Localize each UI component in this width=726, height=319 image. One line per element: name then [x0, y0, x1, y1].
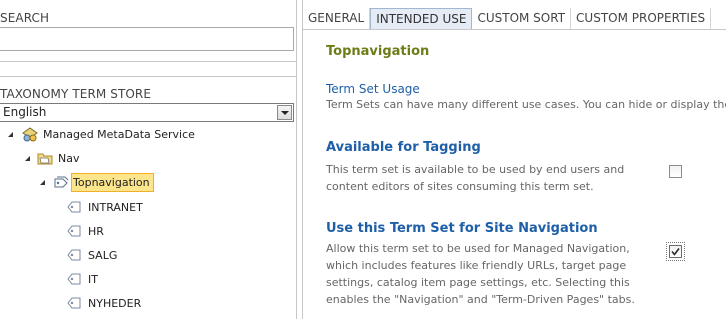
tree-node-term[interactable]: HR — [88, 225, 104, 238]
tagging-description-line: content editors of sites consuming this … — [326, 180, 594, 193]
term-store-icon — [22, 127, 38, 142]
tag-icon — [67, 201, 81, 213]
folder-group-icon — [37, 153, 53, 165]
tab-divider — [303, 29, 726, 30]
nav-heading: Use this Term Set for Site Navigation — [326, 221, 598, 236]
language-select-value: English — [3, 105, 47, 119]
collapse-arrow-icon[interactable] — [8, 132, 13, 137]
nav-description-line: enables the "Navigation" and "Term-Drive… — [326, 293, 635, 306]
tree-node-term[interactable]: IT — [88, 273, 98, 286]
right-panel: GENERAL INTENDED USE CUSTOM SORT CUSTOM … — [302, 0, 726, 319]
tree-node-topnavigation[interactable]: Topnavigation — [73, 176, 150, 189]
collapse-arrow-icon[interactable] — [25, 156, 30, 161]
tree-node-term[interactable]: NYHEDER — [88, 297, 141, 310]
tab-custom-properties[interactable]: CUSTOM PROPERTIES — [571, 8, 712, 29]
divider — [0, 61, 297, 62]
tag-icon — [67, 225, 81, 237]
divider — [0, 76, 297, 77]
tab-bar: GENERAL INTENDED USE CUSTOM SORT CUSTOM … — [303, 8, 712, 29]
search-input[interactable] — [0, 27, 294, 51]
usage-description: Term Sets can have many different use ca… — [326, 98, 726, 111]
tree-node-term[interactable]: INTRANET — [88, 201, 143, 214]
navigation-checkbox[interactable] — [669, 245, 682, 258]
tab-intended-use[interactable]: INTENDED USE — [370, 8, 473, 29]
tree-node-term[interactable]: SALG — [88, 249, 117, 262]
nav-description-line: settings, catalog item page settings, et… — [326, 276, 630, 289]
tree-node-store[interactable]: Managed MetaData Service — [43, 128, 195, 141]
usage-heading: Term Set Usage — [326, 82, 420, 96]
checkmark-icon — [671, 248, 680, 256]
nav-description-line: Allow this term set to be used for Manag… — [326, 242, 630, 255]
search-label: SEARCH — [0, 11, 50, 25]
page-title: Topnavigation — [326, 44, 430, 59]
language-select[interactable]: English — [0, 103, 294, 122]
collapse-arrow-icon[interactable] — [40, 180, 45, 185]
tag-icon — [67, 297, 81, 309]
chevron-down-icon[interactable] — [277, 105, 292, 120]
tag-icon — [67, 249, 81, 261]
tagging-heading: Available for Tagging — [326, 140, 481, 155]
tab-custom-sort[interactable]: CUSTOM SORT — [472, 8, 572, 29]
nav-description-line: which includes features like friendly UR… — [326, 259, 627, 272]
left-panel: SEARCH TAXONOMY TERM STORE English Manag… — [0, 0, 297, 319]
term-set-icon — [54, 176, 69, 188]
taxonomy-label: TAXONOMY TERM STORE — [0, 87, 152, 101]
tagging-checkbox[interactable] — [669, 165, 682, 178]
tree-node-nav[interactable]: Nav — [58, 152, 79, 165]
tab-general[interactable]: GENERAL — [303, 8, 371, 29]
tag-icon — [67, 273, 81, 285]
tagging-description-line: This term set is available to be used by… — [326, 163, 625, 176]
